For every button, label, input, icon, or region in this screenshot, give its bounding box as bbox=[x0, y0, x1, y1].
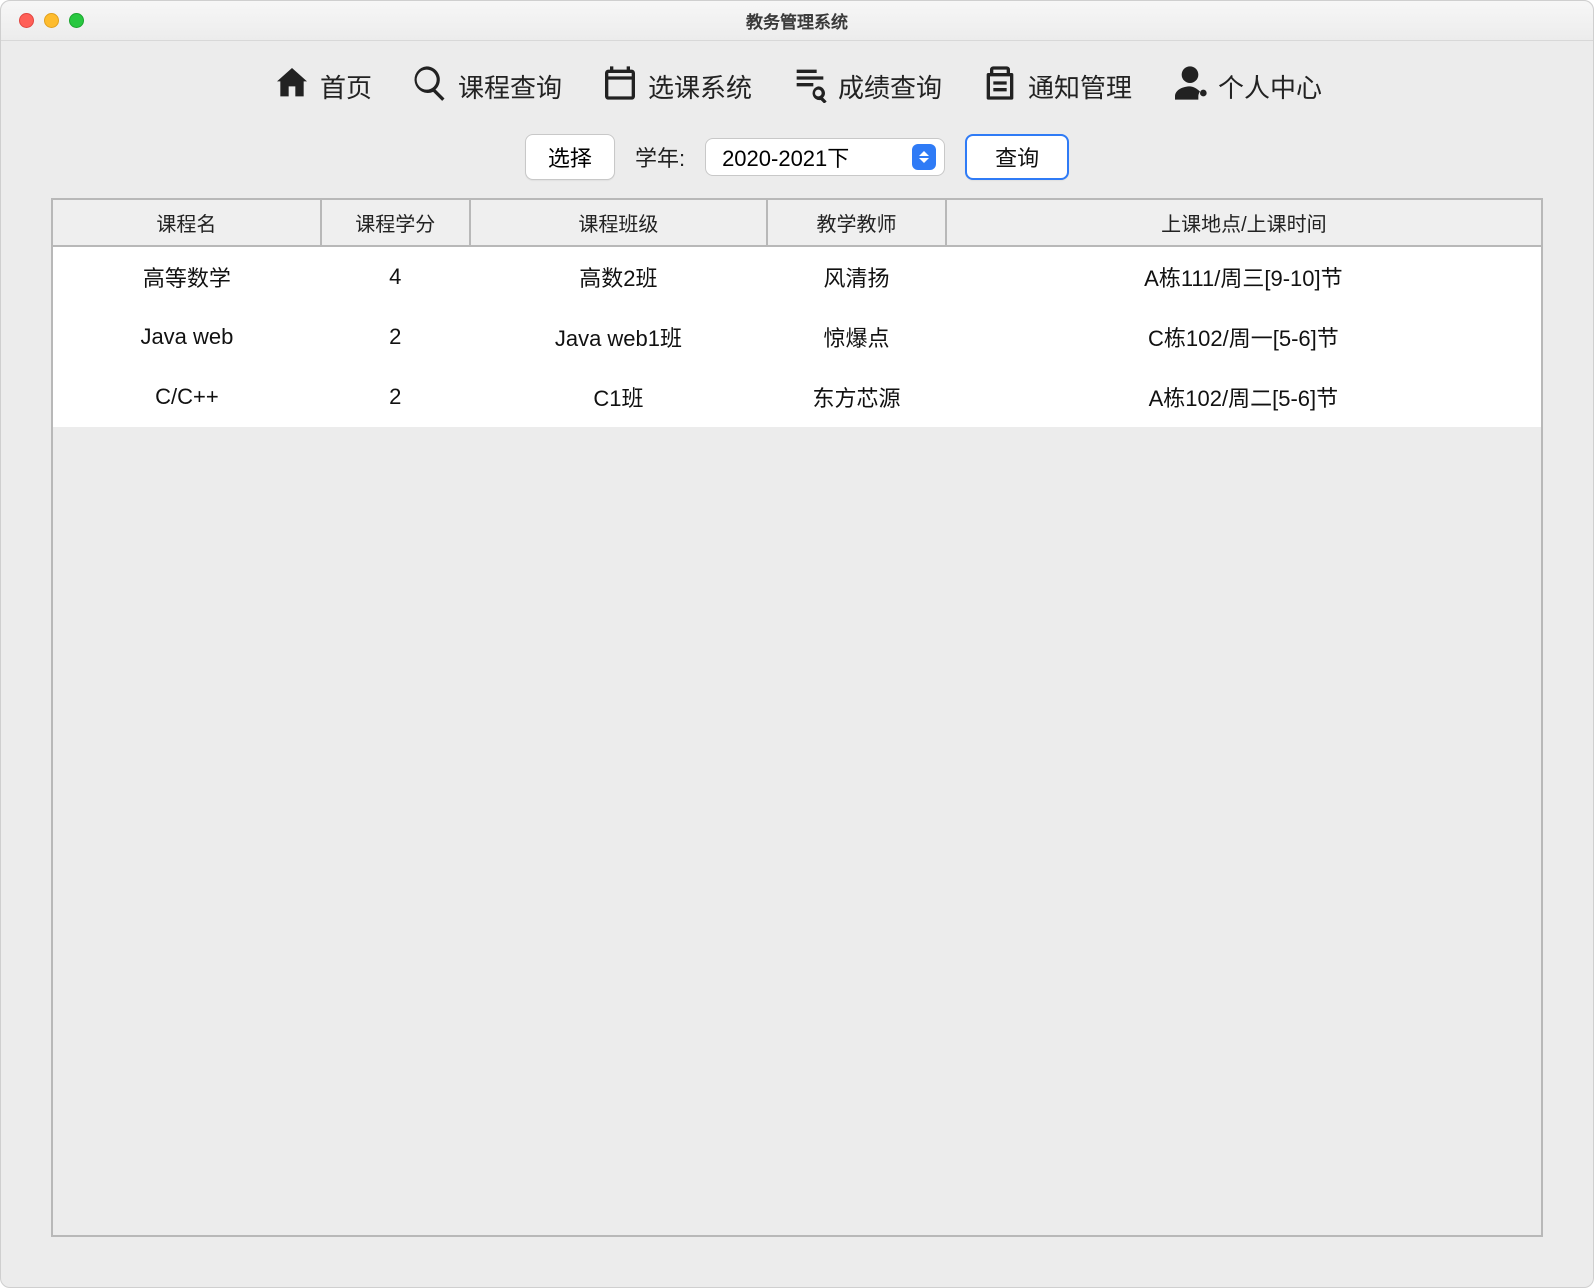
minimize-window-button[interactable] bbox=[44, 13, 59, 28]
table-row[interactable]: C/C++2C1班东方芯源A栋102/周二[5-6]节 bbox=[53, 367, 1541, 427]
main-toolbar: 首页 课程查询 选课系统 成绩查询 通知管理 bbox=[1, 41, 1593, 124]
nav-personal-label: 个人中心 bbox=[1218, 68, 1322, 105]
search-doc-icon bbox=[410, 63, 450, 110]
clipboard-icon bbox=[980, 63, 1020, 110]
year-label: 学年: bbox=[635, 141, 685, 173]
cell-class: 高数2班 bbox=[470, 246, 768, 307]
cell-credit: 2 bbox=[321, 367, 470, 427]
cell-credit: 2 bbox=[321, 307, 470, 367]
th-course-name[interactable]: 课程名 bbox=[53, 200, 321, 246]
nav-home[interactable]: 首页 bbox=[272, 63, 372, 110]
cell-name: C/C++ bbox=[53, 367, 321, 427]
maximize-window-button[interactable] bbox=[69, 13, 84, 28]
cell-place_time: A栋111/周三[9-10]节 bbox=[946, 246, 1541, 307]
nav-home-label: 首页 bbox=[320, 68, 372, 105]
table-area: 课程名 课程学分 课程班级 教学教师 上课地点/上课时间 高等数学4高数2班风清… bbox=[51, 198, 1543, 1237]
grade-icon bbox=[790, 63, 830, 110]
select-stepper-icon bbox=[912, 144, 936, 170]
nav-course-query[interactable]: 课程查询 bbox=[410, 63, 562, 110]
year-select[interactable]: 2020-2021下 bbox=[705, 138, 945, 176]
cell-place_time: A栋102/周二[5-6]节 bbox=[946, 367, 1541, 427]
year-select-value: 2020-2021下 bbox=[722, 141, 912, 173]
nav-grade-query[interactable]: 成绩查询 bbox=[790, 63, 942, 110]
titlebar: 教务管理系统 bbox=[1, 1, 1593, 41]
choose-button[interactable]: 选择 bbox=[525, 134, 615, 180]
nav-course-select[interactable]: 选课系统 bbox=[600, 63, 752, 110]
app-window: 教务管理系统 首页 课程查询 选课系统 成绩查询 bbox=[0, 0, 1594, 1288]
query-button[interactable]: 查询 bbox=[965, 134, 1069, 180]
home-icon bbox=[272, 63, 312, 110]
cell-place_time: C栋102/周一[5-6]节 bbox=[946, 307, 1541, 367]
th-course-teacher[interactable]: 教学教师 bbox=[767, 200, 946, 246]
close-window-button[interactable] bbox=[19, 13, 34, 28]
cell-credit: 4 bbox=[321, 246, 470, 307]
window-controls bbox=[1, 13, 84, 28]
cell-class: Java web1班 bbox=[470, 307, 768, 367]
table-row[interactable]: Java web2Java web1班惊爆点C栋102/周一[5-6]节 bbox=[53, 307, 1541, 367]
filter-bar: 选择 学年: 2020-2021下 查询 bbox=[1, 124, 1593, 198]
calendar-icon bbox=[600, 63, 640, 110]
nav-notice-mgmt-label: 通知管理 bbox=[1028, 68, 1132, 105]
cell-name: Java web bbox=[53, 307, 321, 367]
th-course-class[interactable]: 课程班级 bbox=[470, 200, 768, 246]
table-row[interactable]: 高等数学4高数2班风清扬A栋111/周三[9-10]节 bbox=[53, 246, 1541, 307]
table-body: 高等数学4高数2班风清扬A栋111/周三[9-10]节Java web2Java… bbox=[53, 246, 1541, 427]
user-icon bbox=[1170, 63, 1210, 110]
cell-teacher: 惊爆点 bbox=[767, 307, 946, 367]
window-title: 教务管理系统 bbox=[1, 8, 1593, 33]
cell-class: C1班 bbox=[470, 367, 768, 427]
nav-personal[interactable]: 个人中心 bbox=[1170, 63, 1322, 110]
table-header-row: 课程名 课程学分 课程班级 教学教师 上课地点/上课时间 bbox=[53, 200, 1541, 246]
course-table: 课程名 课程学分 课程班级 教学教师 上课地点/上课时间 高等数学4高数2班风清… bbox=[53, 200, 1541, 427]
nav-course-select-label: 选课系统 bbox=[648, 68, 752, 105]
cell-name: 高等数学 bbox=[53, 246, 321, 307]
th-course-credit[interactable]: 课程学分 bbox=[321, 200, 470, 246]
nav-notice-mgmt[interactable]: 通知管理 bbox=[980, 63, 1132, 110]
cell-teacher: 风清扬 bbox=[767, 246, 946, 307]
nav-grade-query-label: 成绩查询 bbox=[838, 68, 942, 105]
cell-teacher: 东方芯源 bbox=[767, 367, 946, 427]
th-place-time[interactable]: 上课地点/上课时间 bbox=[946, 200, 1541, 246]
nav-course-query-label: 课程查询 bbox=[458, 68, 562, 105]
